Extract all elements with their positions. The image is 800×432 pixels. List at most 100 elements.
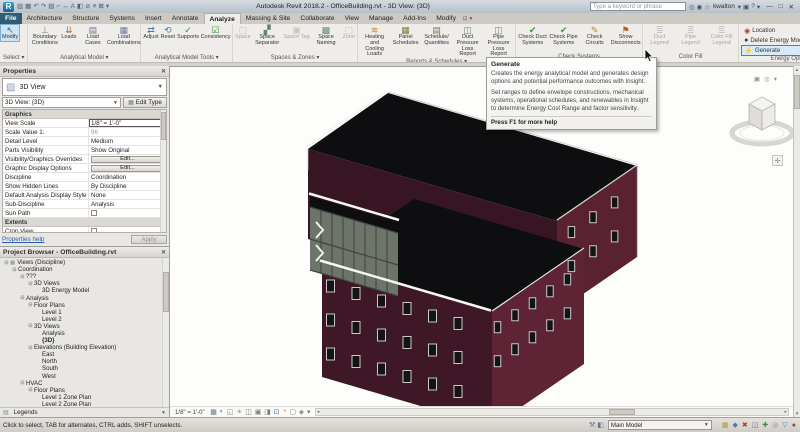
favorites-icon[interactable]: ☆ <box>703 3 711 11</box>
expand-icon[interactable]: ⊟ <box>11 267 18 273</box>
tree-item-3d-views[interactable]: ⊟3D Views <box>0 280 162 287</box>
browser-scrollbar[interactable] <box>162 258 169 407</box>
active-workset-dropdown[interactable]: Main Model ▼ <box>608 420 712 430</box>
tree-item-elevations-building-elevation[interactable]: ⊟Elevations (Building Elevation) <box>0 344 162 351</box>
tab-massing-site[interactable]: Massing & Site <box>241 13 296 24</box>
panel-label-select[interactable]: Select ▾ <box>0 52 27 62</box>
exclude-options-icon[interactable]: ✖ <box>741 421 749 429</box>
background-process-icon[interactable]: ✚ <box>761 421 769 429</box>
chevron-down-icon[interactable]: ▼ <box>161 410 166 416</box>
ribbon-button-load-cases[interactable]: ▤Load Cases <box>77 25 108 47</box>
properties-help-link[interactable]: Properties help <box>2 236 44 243</box>
ribbon-button-duct-pressure-loss-report[interactable]: ◫Duct Pressure Loss Report <box>452 25 483 58</box>
press-drag-icon[interactable]: ◫ <box>751 421 760 429</box>
ribbon-button-modify[interactable]: ↖Modify <box>1 25 19 41</box>
expand-icon[interactable]: ⊟ <box>27 302 34 308</box>
tab-architecture[interactable]: Architecture <box>22 13 68 24</box>
property-value-default-analysis-display-style[interactable]: None <box>89 191 166 199</box>
chevron-down-icon[interactable]: ▼ <box>704 422 709 428</box>
property-value-crop-view[interactable] <box>89 227 166 233</box>
view-scale-control[interactable]: 1/8" = 1'-0" <box>172 409 208 416</box>
ribbon-button-space-naming[interactable]: ▩Space Naming <box>311 25 342 47</box>
scroll-right-icon[interactable]: ▸ <box>783 409 788 415</box>
tab-view[interactable]: View <box>340 13 364 24</box>
tree-item-north[interactable]: North <box>0 358 162 365</box>
tree-item-3d-views[interactable]: ⊟3D Views <box>0 323 162 330</box>
tree-item-floor-plans[interactable]: ⊟Floor Plans <box>0 387 162 394</box>
search-icon[interactable]: ◎ <box>688 3 696 11</box>
section-extents[interactable]: Extents <box>3 218 166 227</box>
checkbox[interactable] <box>91 228 97 233</box>
select-underlay-icon[interactable]: ◎ <box>771 421 779 429</box>
expand-icon[interactable]: ⊟ <box>27 323 34 329</box>
chevron-down-icon[interactable]: ▼ <box>158 84 163 90</box>
edit-button[interactable]: Edit... <box>91 156 164 163</box>
editable-only-icon[interactable]: ▦ <box>721 421 730 429</box>
more-icon[interactable]: ▾ <box>306 408 312 416</box>
property-value-show-hidden-lines[interactable]: By Discipline <box>89 182 166 190</box>
building-3d-model[interactable] <box>170 67 793 407</box>
aligned-dimension-icon[interactable]: ↔ <box>61 1 70 12</box>
project-browser-header[interactable]: Project Browser - OfficeBuilding.rvt ✕ <box>0 247 169 258</box>
tree-item-3d[interactable]: {3D} <box>0 337 162 344</box>
expand-icon[interactable]: ⊟ <box>27 281 34 287</box>
property-value-view-scale[interactable]: 1/8" = 1'-0" <box>89 119 166 127</box>
tab-file[interactable]: File <box>0 13 22 24</box>
ribbon-button-schedule-quantities[interactable]: ▤Schedule/ Quantities <box>421 25 452 47</box>
scrollbar-thumb[interactable] <box>609 409 635 415</box>
tab-arrow-icon[interactable]: ▾ <box>470 16 473 22</box>
panel-label-spaces-zones[interactable]: Spaces & Zones ▾ <box>233 52 357 62</box>
ribbon-button-show-disconnects[interactable]: ⚑Show Disconnects <box>610 25 641 47</box>
crop-view-icon[interactable]: ◫ <box>244 408 253 416</box>
ribbon-button-loads[interactable]: ⇊Loads <box>60 25 77 41</box>
apply-button[interactable]: Apply <box>131 235 167 244</box>
ribbon-button-consistency[interactable]: ☑Consistency <box>200 25 231 41</box>
tree-item-hvac[interactable]: ⊟HVAC <box>0 380 162 387</box>
checkbox[interactable] <box>91 210 97 216</box>
print-icon[interactable]: ▧ <box>47 1 55 12</box>
design-options-icon[interactable]: ◧ <box>596 421 605 429</box>
scroll-left-icon[interactable]: ◂ <box>316 409 321 415</box>
properties-scrollbar[interactable] <box>160 110 166 232</box>
ribbon-button-check-pipe-systems[interactable]: ✔Check Pipe Systems <box>548 25 579 47</box>
customize-qat-icon[interactable]: ▾ <box>105 1 110 12</box>
section-icon[interactable]: ⊘ <box>84 1 91 12</box>
scroll-up-icon[interactable]: ▲ <box>794 67 800 72</box>
ribbon-button-check-duct-systems[interactable]: ✔Check Duct Systems <box>517 25 548 47</box>
home-icon[interactable]: ▣ <box>754 75 760 83</box>
tab-add-ins[interactable]: Add-Ins <box>398 13 431 24</box>
close-hidden-windows-icon[interactable]: ⊠ <box>97 1 104 12</box>
chevron-down-icon[interactable]: ▼ <box>113 100 118 106</box>
save-icon[interactable]: ▦ <box>24 1 32 12</box>
open-file-icon[interactable]: ▥ <box>16 1 24 12</box>
panel-label-analytical-model-tools[interactable]: Analytical Model Tools ▾ <box>141 52 232 62</box>
close-icon[interactable]: ✕ <box>161 249 166 256</box>
property-value-visibility-graphics-overrides[interactable]: Edit... <box>89 155 166 163</box>
drawing-area[interactable]: ▣ ◎ ▾ ✛ 1/8" = 1'-0" ▦◐◱☀◫▣◨⊡◔▢◈▾ ◂ ▸ <box>170 66 793 417</box>
unlock-view-icon[interactable]: ◨ <box>263 408 272 416</box>
property-value-detail-level[interactable]: Medium <box>89 137 166 145</box>
shadows-icon[interactable]: ◱ <box>225 408 234 416</box>
reveal-hidden-icon[interactable]: ◔ <box>281 408 288 416</box>
tab-annotate[interactable]: Annotate <box>167 13 204 24</box>
link-icon[interactable]: ◆ <box>732 421 739 429</box>
communication-center-icon[interactable]: ◉ <box>696 3 704 11</box>
ribbon-button-pipe-pressure-loss-report[interactable]: ◫Pipe Pressure Loss Report <box>483 25 514 58</box>
ribbon-button-load-combinations[interactable]: ▦Load Combinations <box>108 25 139 47</box>
render-icon[interactable]: ☀ <box>235 408 244 416</box>
property-value-parts-visibility[interactable]: Show Original <box>89 146 166 154</box>
edit-type-button[interactable]: ▦ Edit Type <box>123 97 167 108</box>
ribbon-button-heating-and-cooling-loads[interactable]: ≋Heating and Cooling Loads <box>359 25 390 58</box>
tree-item-coordination[interactable]: ⊟Coordination <box>0 266 162 273</box>
model-graphics-style-icon[interactable]: ▦ <box>209 408 218 416</box>
ribbon-button-delete-energy-model[interactable]: ●Delete Energy Model <box>742 36 800 45</box>
tree-item-analysis[interactable]: Analysis <box>0 330 162 337</box>
tree-item-3d-energy-model[interactable]: 3D Energy Model <box>0 287 162 294</box>
property-value-sun-path[interactable] <box>89 209 166 217</box>
ribbon-button-boundary-conditions[interactable]: ⊥Boundary Conditions <box>29 25 60 47</box>
vertical-scrollbar[interactable]: ▲ ▼ <box>793 66 800 417</box>
worksets-icon[interactable]: ⚒ <box>588 421 596 429</box>
expand-icon[interactable]: ⊟ <box>27 345 34 351</box>
expand-icon[interactable]: ⊟ <box>19 380 26 386</box>
tree-item-level-1[interactable]: Level 1 <box>0 309 162 316</box>
